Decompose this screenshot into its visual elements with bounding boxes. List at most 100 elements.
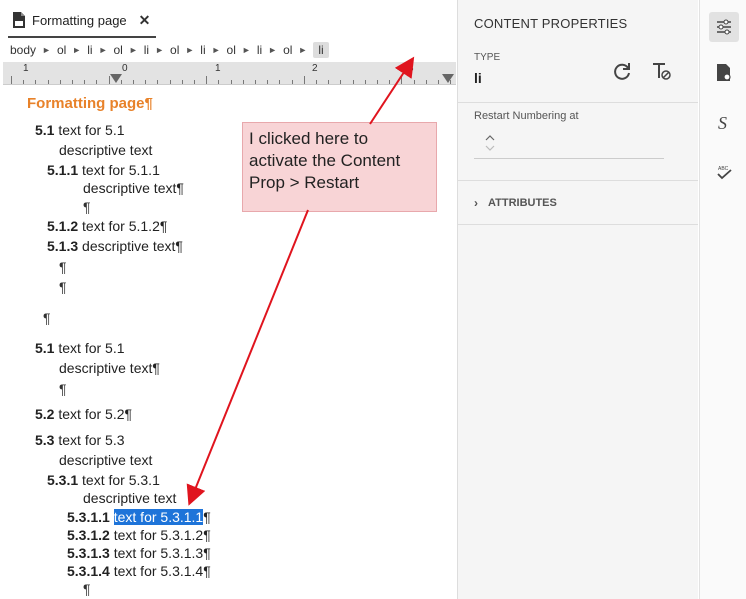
ruler-tick	[413, 80, 415, 84]
breadcrumb-item[interactable]: ol	[283, 43, 292, 57]
close-icon[interactable]: ✕	[139, 12, 151, 29]
ruler-tick	[23, 80, 25, 84]
paragraph[interactable]: descriptive text¶	[83, 180, 184, 196]
list-item[interactable]: 5.1 text for 5.1	[35, 122, 125, 138]
ruler-tick	[145, 80, 147, 84]
list-item[interactable]: 5.3.1.4 text for 5.3.1.4¶	[67, 563, 211, 579]
paragraph[interactable]: descriptive text¶	[59, 360, 160, 376]
content-properties-button[interactable]	[709, 12, 739, 42]
spellcheck-icon: ABC	[717, 166, 732, 180]
ruler-tick	[279, 80, 281, 84]
ruler-tick	[84, 80, 86, 84]
list-number: 5.1	[35, 122, 55, 138]
spellcheck-button[interactable]: ABC	[709, 157, 739, 187]
breadcrumb-separator: ►	[42, 45, 51, 55]
ruler-tick	[377, 80, 378, 84]
right-margin-marker[interactable]	[442, 74, 454, 83]
list-text: text for 5.1.2¶	[78, 218, 168, 234]
list-item[interactable]: 5.3.1 text for 5.3.1	[47, 472, 160, 488]
list-item[interactable]: 5.3 text for 5.3	[35, 432, 125, 448]
paragraph[interactable]: descriptive text	[83, 490, 176, 506]
list-text: text for 5.1.1	[78, 162, 160, 178]
breadcrumb-item[interactable]: ol	[170, 43, 179, 57]
paragraph[interactable]: descriptive text	[59, 142, 152, 158]
ruler-label: 0	[122, 63, 128, 74]
restart-numbering-input[interactable]	[474, 130, 664, 159]
ruler-tick	[340, 80, 342, 84]
type-label: TYPE	[474, 52, 501, 63]
attributes-section[interactable]: › ATTRIBUTES	[474, 196, 557, 210]
breadcrumb-item[interactable]: li	[144, 43, 149, 57]
list-item[interactable]: 5.2 text for 5.2¶	[35, 406, 132, 422]
ruler-tick	[438, 80, 439, 84]
breadcrumb-item[interactable]: li	[87, 43, 92, 57]
ruler-tick	[218, 80, 220, 84]
svg-text:ABC: ABC	[718, 166, 729, 172]
ruler-tick	[255, 80, 256, 84]
restart-numbering-label: Restart Numbering at	[474, 110, 579, 122]
breadcrumb-item[interactable]: li	[200, 43, 205, 57]
ruler-tick	[11, 76, 12, 84]
breadcrumb-separator: ►	[268, 45, 278, 55]
list-item[interactable]: 5.1.1 text for 5.1.1	[47, 162, 160, 178]
list-item[interactable]: 5.3.1.3 text for 5.3.1.3¶	[67, 545, 211, 561]
breadcrumb-separator: ►	[98, 45, 108, 55]
breadcrumb-item[interactable]: body	[10, 43, 36, 57]
ruler-tick	[157, 80, 159, 84]
selected-text[interactable]: text for 5.3.1.1	[113, 509, 204, 525]
ruler-tick	[206, 76, 208, 84]
breadcrumb-item[interactable]: li	[257, 43, 262, 57]
pilcrow: ¶	[203, 509, 211, 525]
pilcrow[interactable]: ¶	[59, 381, 67, 397]
ruler-tick	[364, 80, 366, 84]
pilcrow[interactable]: ¶	[83, 199, 91, 215]
list-number: 5.3.1	[47, 472, 79, 488]
refresh-icon[interactable]	[611, 60, 633, 82]
pilcrow[interactable]: ¶	[59, 259, 67, 275]
ruler[interactable]: 1 0 1 2 3	[3, 62, 456, 85]
list-item[interactable]: 5.1.3 descriptive text¶	[47, 238, 183, 254]
breadcrumb-separator: ►	[128, 45, 138, 55]
breadcrumb-item[interactable]: ol	[113, 43, 122, 57]
attributes-label: ATTRIBUTES	[488, 197, 557, 209]
ruler-tick	[267, 80, 269, 84]
list-item[interactable]: 5.1.2 text for 5.1.2¶	[47, 218, 167, 234]
breadcrumb-item[interactable]: ol	[57, 43, 66, 57]
ruler-tick	[425, 80, 427, 84]
breadcrumb-item[interactable]: ol	[227, 43, 236, 57]
list-number: 5.1.1	[47, 162, 79, 178]
list-number: 5.3	[35, 432, 55, 448]
breadcrumb: body ► ol ► li ► ol ► li ► ol ► li ► ol …	[0, 39, 457, 61]
list-number: 5.3.1.4	[67, 563, 110, 579]
styles-icon: S	[718, 113, 727, 133]
list-item[interactable]: 5.3.1.2 text for 5.3.1.2¶	[67, 527, 211, 543]
breadcrumb-separator: ►	[185, 45, 195, 55]
breadcrumb-separator: ►	[155, 45, 165, 55]
panel-title: CONTENT PROPERTIES	[474, 16, 628, 31]
breadcrumb-item-active[interactable]: li	[313, 42, 329, 58]
list-item-selected[interactable]: 5.3.1.1 text for 5.3.1.1¶	[67, 509, 211, 525]
list-text: text for 5.3.1.4¶	[109, 563, 211, 579]
type-value: li	[474, 70, 482, 86]
list-text: text for 5.3.1.3¶	[109, 545, 211, 561]
editor-pane: Formatting page ✕ body ► ol ► li ► ol ► …	[0, 0, 457, 599]
ruler-tick	[194, 80, 195, 84]
pilcrow[interactable]: ¶	[59, 279, 67, 295]
pilcrow[interactable]: ¶	[43, 310, 51, 326]
ruler-tick	[47, 80, 49, 84]
pilcrow[interactable]: ¶	[83, 581, 91, 597]
stepper-icon[interactable]	[484, 132, 496, 154]
list-number: 5.1.2	[47, 218, 79, 234]
breadcrumb-separator: ►	[241, 45, 251, 55]
list-item[interactable]: 5.1 text for 5.1	[35, 340, 125, 356]
page-settings-button[interactable]	[709, 58, 739, 88]
list-text: text for 5.1	[54, 340, 125, 356]
ruler-tick	[72, 80, 73, 84]
ruler-tick	[389, 80, 391, 84]
ruler-tick	[59, 80, 61, 84]
chevron-right-icon: ›	[474, 196, 478, 210]
tab-formatting-page[interactable]: Formatting page ✕	[8, 4, 156, 38]
clear-format-icon[interactable]	[650, 60, 672, 82]
styles-button[interactable]: S	[709, 108, 739, 138]
paragraph[interactable]: descriptive text	[59, 452, 152, 468]
